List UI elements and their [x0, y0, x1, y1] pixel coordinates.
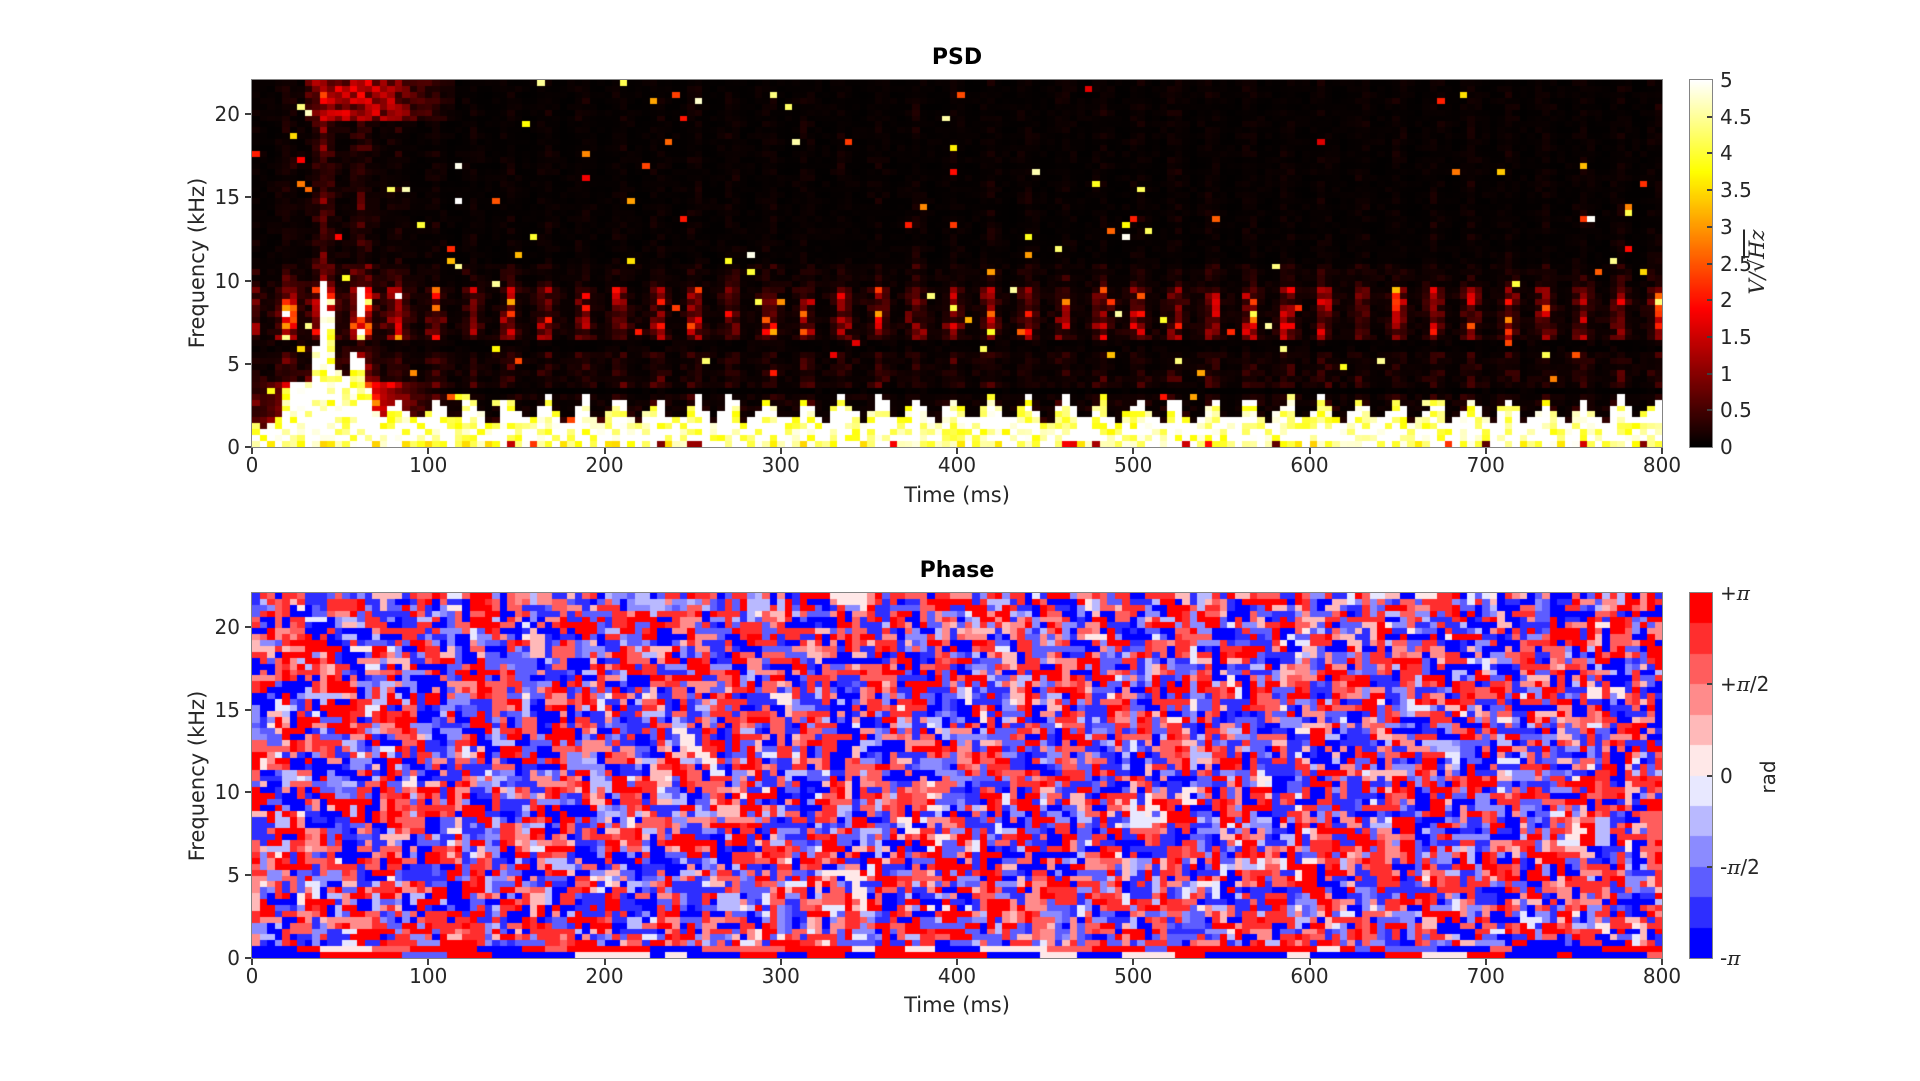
- x-tick-label: 0: [245, 964, 259, 988]
- phase-heatmap: [251, 592, 1663, 959]
- y-tick-mark: [245, 708, 251, 711]
- y-tick-label: 10: [214, 268, 240, 293]
- y-tick-mark: [245, 791, 251, 794]
- y-tick-mark: [245, 446, 251, 448]
- colorbar-tick-label: +π/2: [1720, 672, 1770, 697]
- colorbar-tick-mark: [1707, 774, 1712, 777]
- psd-xlabel: Time (ms): [904, 483, 1010, 507]
- y-tick-label: 5: [227, 351, 240, 376]
- phase-colorbar-label: rad: [1756, 760, 1780, 794]
- y-tick-label: 15: [214, 185, 240, 210]
- colorbar-tick-label: 0: [1720, 435, 1733, 459]
- x-tick-label: 0: [245, 453, 259, 477]
- colorbar-tick-mark: [1707, 409, 1712, 412]
- x-tick-label: 200: [585, 964, 624, 988]
- x-tick-label: 400: [937, 964, 977, 988]
- x-tick-label: 100: [409, 453, 448, 477]
- colorbar-tick-label: 4: [1720, 141, 1733, 166]
- y-tick-label: 20: [214, 614, 240, 639]
- x-tick-label: 500: [1114, 453, 1153, 477]
- phase-heatmap-canvas: [252, 593, 1662, 958]
- x-tick-label: 800: [1642, 964, 1682, 988]
- y-tick-mark: [245, 279, 251, 282]
- colorbar-tick-label: 2: [1720, 288, 1733, 313]
- x-tick-label: 300: [761, 453, 800, 477]
- colorbar-tick-label: 0: [1720, 763, 1733, 788]
- y-tick-label: 0: [227, 946, 240, 970]
- colorbar-tick-mark: [1707, 152, 1712, 155]
- x-tick-label: 200: [585, 453, 624, 477]
- psd-title: PSD: [931, 45, 983, 70]
- colorbar-tick-label: 3: [1720, 214, 1733, 239]
- y-tick-label: 15: [214, 697, 240, 722]
- colorbar-tick-mark: [1707, 262, 1712, 265]
- colorbar-tick-label: 2.5: [1720, 251, 1752, 276]
- y-tick-mark: [245, 625, 251, 628]
- phase-xlabel: Time (ms): [904, 993, 1010, 1017]
- x-tick-label: 800: [1642, 453, 1682, 477]
- colorbar-tick-label: 1.5: [1720, 324, 1752, 349]
- x-tick-label: 600: [1290, 453, 1329, 477]
- x-tick-label: 400: [937, 453, 977, 477]
- figure: PSD Frequency (kHz) Time (ms) V/√Hz 0 100…: [0, 0, 1920, 1081]
- colorbar-tick-mark: [1707, 372, 1712, 375]
- colorbar-tick-label: 0.5: [1720, 398, 1752, 423]
- colorbar-tick-mark: [1707, 115, 1712, 118]
- x-tick-label: 700: [1466, 964, 1505, 988]
- x-tick-label: 600: [1290, 964, 1329, 988]
- y-tick-mark: [245, 874, 251, 877]
- y-tick-mark: [245, 362, 251, 365]
- colorbar-tick-label: 4.5: [1720, 104, 1752, 129]
- phase-title: Phase: [919, 558, 995, 583]
- colorbar-tick-mark: [1707, 335, 1712, 338]
- colorbar-tick-label: -π: [1720, 946, 1741, 970]
- y-tick-label: 0: [227, 435, 240, 459]
- y-tick-mark: [245, 196, 251, 199]
- psd-heatmap: [251, 79, 1663, 448]
- x-tick-label: 500: [1114, 964, 1153, 988]
- colorbar-tick-mark: [1707, 189, 1712, 192]
- y-tick-label: 10: [214, 780, 240, 805]
- colorbar-tick-mark: [1707, 225, 1712, 228]
- x-tick-label: 300: [761, 964, 800, 988]
- y-tick-label: 5: [227, 863, 240, 888]
- colorbar-tick-label: +π: [1720, 581, 1750, 605]
- colorbar-tick-mark: [1707, 299, 1712, 302]
- y-tick-mark: [245, 113, 251, 116]
- x-tick-label: 700: [1466, 453, 1505, 477]
- colorbar-tick-mark: [1707, 865, 1712, 868]
- psd-heatmap-canvas: [252, 80, 1662, 447]
- colorbar-tick-mark: [1707, 683, 1712, 686]
- y-tick-label: 20: [214, 102, 240, 127]
- colorbar-tick-label: -π/2: [1720, 854, 1760, 879]
- x-tick-label: 100: [409, 964, 448, 988]
- colorbar-tick-label: 5: [1720, 68, 1733, 92]
- y-tick-mark: [245, 957, 251, 959]
- colorbar-tick-label: 3.5: [1720, 178, 1752, 203]
- colorbar-tick-label: 1: [1720, 361, 1733, 386]
